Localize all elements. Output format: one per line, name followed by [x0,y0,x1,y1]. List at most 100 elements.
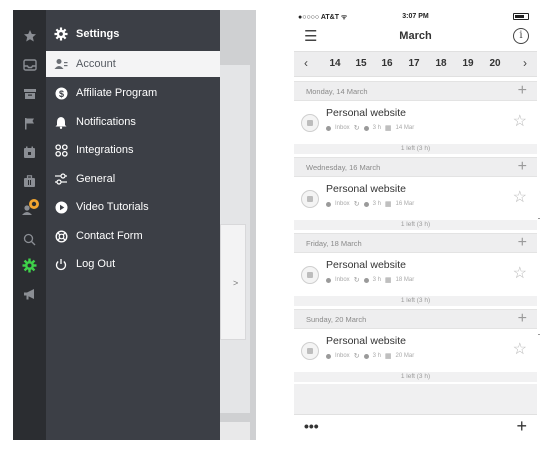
more-options-icon[interactable]: ••• [304,418,319,434]
day-section-header: Friday, 18 March + [294,233,537,253]
date-17[interactable]: 17 [401,58,427,69]
menu-item-label: Integrations [76,144,134,156]
repeat-icon: ↻ [353,125,360,132]
date-19[interactable]: 19 [455,58,481,69]
menu-item-general[interactable]: General [46,166,220,192]
day-section-header: Monday, 14 March + [294,81,537,101]
clock: 3:07 PM [402,13,429,20]
icon-rail [13,10,46,440]
task-title: Personal website [326,183,406,195]
star-toggle-icon[interactable]: ☆ [513,339,527,359]
menu-item-label: General [76,173,116,185]
menu-item-label: Account [76,58,116,70]
archive-icon[interactable] [13,84,46,104]
project-avatar [301,266,319,284]
date-14[interactable]: 14 [322,58,348,69]
background-card [220,422,250,440]
nav-bar: ☰ March i [294,24,537,50]
remaining-label: 1 left (3 h) [400,145,431,152]
users-icon[interactable] [13,198,46,218]
task-folder: Inbox [335,277,350,283]
gear-icon [46,27,76,41]
clock-icon [363,353,369,359]
divider-tick [538,334,540,335]
day-section-header: Sunday, 20 March + [294,309,537,329]
task-date: 18 Mar [395,277,415,283]
flag-icon[interactable] [13,113,46,133]
date-18[interactable]: 18 [428,58,454,69]
add-icon[interactable]: + [516,416,527,437]
clock-icon [363,125,369,131]
menu-item-label: Notifications [76,116,136,128]
task-date: 20 Mar [395,353,415,359]
remaining-summary: 1 left (3 h) [294,372,537,382]
remaining-summary: 1 left (3 h) [294,296,537,306]
date-15[interactable]: 15 [348,58,374,69]
calendar-small-icon: ▦ [384,277,392,284]
task-card[interactable]: Personal website Inbox ↻ 3 h ▦ 16 Mar ☆ [294,179,537,221]
briefcase-icon[interactable] [13,171,46,191]
star-icon[interactable] [13,26,46,46]
remaining-label: 1 left (3 h) [400,221,431,228]
task-folder: Inbox [335,125,350,131]
search-icon[interactable] [13,229,46,249]
bell-icon [46,116,76,129]
menu-item-video-tutorials[interactable]: Video Tutorials [46,194,220,220]
task-date: 16 Mar [395,201,415,207]
power-icon [46,258,76,271]
menu-item-account[interactable]: Account [46,51,220,77]
folder-dot-icon [326,353,331,359]
star-toggle-icon[interactable]: ☆ [513,187,527,207]
remaining-label: 1 left (3 h) [400,373,431,380]
settings-title: Settings [76,28,120,40]
megaphone-icon[interactable] [13,284,46,304]
date-16[interactable]: 16 [374,58,400,69]
task-card[interactable]: Personal website Inbox ↻ 3 h ▦ 20 Mar ☆ [294,331,537,373]
task-title: Personal website [326,107,406,119]
star-toggle-icon[interactable]: ☆ [513,111,527,131]
task-title: Personal website [326,259,406,271]
prev-week-button[interactable]: ‹ [304,56,308,70]
calendar-screen: ●○○○○ AT&T ᯤ 3:07 PM ☰ March i ‹ 14 15 1… [294,10,537,440]
add-task-button[interactable]: + [518,310,527,328]
calendar-small-icon: ▦ [384,201,392,208]
menu-item-label: Log Out [76,258,116,270]
menu-item-affiliate-program[interactable]: $ Affiliate Program [46,80,220,106]
next-week-button[interactable]: › [523,56,527,70]
menu-item-contact-form[interactable]: Contact Form [46,223,220,249]
project-avatar [301,342,319,360]
date-20[interactable]: 20 [482,58,508,69]
remaining-summary: 1 left (3 h) [294,144,537,154]
settings-menu: Settings Account $ Affiliate Program Not… [46,10,220,440]
inbox-icon[interactable] [13,55,46,75]
status-bar: ●○○○○ AT&T ᯤ 3:07 PM [294,10,537,24]
empty-area [294,384,537,416]
page-title: March [399,30,432,42]
remaining-summary: 1 left (3 h) [294,220,537,230]
task-card[interactable]: Personal website Inbox ↻ 3 h ▦ 18 Mar ☆ [294,255,537,297]
dollar-icon: $ [46,87,76,100]
task-duration: 3 h [372,201,381,207]
add-task-button[interactable]: + [518,234,527,252]
day-section-header: Wednesday, 16 March + [294,157,537,177]
project-avatar [301,114,319,132]
star-toggle-icon[interactable]: ☆ [513,263,527,283]
repeat-icon: ↻ [353,353,360,360]
menu-item-integrations[interactable]: Integrations [46,137,220,163]
clock-icon [363,277,369,283]
menu-item-log-out[interactable]: Log Out [46,251,220,277]
menu-item-notifications[interactable]: Notifications [46,109,220,135]
menu-item-label: Contact Form [76,230,143,242]
battery-icon [513,13,529,20]
gear-icon[interactable] [13,255,46,275]
settings-header: Settings [46,23,220,45]
folder-dot-icon [326,125,331,131]
add-task-button[interactable]: + [518,82,527,100]
svg-text:$: $ [58,89,63,99]
task-duration: 3 h [372,125,381,131]
background-text: > [233,278,239,288]
calendar-icon[interactable] [13,142,46,162]
task-card[interactable]: Personal website Inbox ↻ 3 h ▦ 14 Mar ☆ [294,103,537,145]
info-icon[interactable]: i [513,28,529,44]
add-task-button[interactable]: + [518,158,527,176]
